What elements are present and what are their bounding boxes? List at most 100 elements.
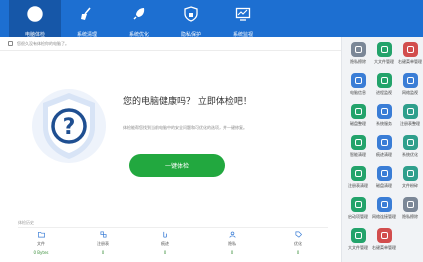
tool-item[interactable]: 磁盘整理 bbox=[345, 104, 371, 135]
tip-text: 您很久没有体检你的电脑了。 bbox=[17, 40, 69, 46]
tool-label: 系统优化 bbox=[402, 152, 418, 157]
page-subtitle: 体检能帮您找到当前电脑中的安全问题和可优化的选项，并一键修复。 bbox=[123, 125, 247, 130]
app-window: 电脑体检 系统清理 系统优化 隐私保护 系统监视 您很久没有体检你的电脑了。 ?… bbox=[0, 0, 423, 262]
stat-label: 隐私 bbox=[228, 241, 236, 246]
tab-privacy[interactable]: 隐私保护 bbox=[165, 0, 217, 38]
tab-checkup[interactable]: 电脑体检 bbox=[9, 0, 61, 38]
tool-item[interactable]: 磁盘清理 bbox=[371, 166, 397, 197]
tool-label: 网络监视 bbox=[402, 90, 418, 95]
divider bbox=[18, 227, 328, 228]
tool-label: 进程监视 bbox=[376, 90, 392, 95]
privacy-icon bbox=[402, 197, 418, 212]
defrag-icon bbox=[350, 104, 366, 119]
monitor-icon bbox=[235, 7, 251, 21]
reg-clean-icon bbox=[350, 166, 366, 181]
disk-clean-icon bbox=[376, 166, 392, 181]
trace-clean-icon bbox=[376, 135, 392, 150]
tool-item[interactable]: 启动项管理 bbox=[345, 197, 371, 228]
health-badge: ? bbox=[32, 89, 106, 163]
tool-item[interactable]: 痕迹清理 bbox=[371, 135, 397, 166]
tool-item[interactable]: 隐私擦除 bbox=[397, 197, 423, 228]
tool-item[interactable]: 智能清理 bbox=[345, 135, 371, 166]
tool-label: 大文件管理 bbox=[348, 245, 368, 250]
tool-item[interactable]: 右键菜单管理 bbox=[397, 42, 423, 73]
page-title: 您的电脑健康吗？ 立即体检吧！ bbox=[123, 97, 252, 107]
tool-label: 磁盘清理 bbox=[376, 183, 392, 188]
tag-icon bbox=[295, 231, 302, 238]
tool-item[interactable]: 系统服务 bbox=[371, 104, 397, 135]
stat-label: 文件 bbox=[37, 241, 45, 246]
tool-label: 电脑信息 bbox=[350, 90, 366, 95]
stat-value: 0 bbox=[230, 250, 234, 255]
pc-info-icon bbox=[350, 73, 366, 88]
tool-item[interactable]: 电脑信息 bbox=[345, 73, 371, 104]
checkup-icon bbox=[27, 6, 43, 22]
eraser-icon bbox=[350, 42, 366, 57]
tool-label: 注册表清理 bbox=[348, 183, 368, 188]
tool-item[interactable]: 进程监视 bbox=[371, 73, 397, 104]
rightmenu-icon bbox=[402, 42, 418, 57]
stat-value: 0 bbox=[163, 250, 167, 255]
broom-icon bbox=[81, 7, 91, 20]
stat-label: 痕迹 bbox=[161, 241, 169, 246]
tool-label: 大文件管理 bbox=[374, 59, 394, 64]
smart-clean-icon bbox=[350, 135, 366, 150]
netconn-icon bbox=[376, 197, 392, 212]
shield-lock-icon bbox=[184, 6, 198, 22]
footprint-icon bbox=[162, 231, 167, 238]
tool-item[interactable]: 网络监视 bbox=[397, 73, 423, 104]
stat-value: 0 Bytes bbox=[33, 250, 49, 255]
network-icon bbox=[402, 73, 418, 88]
svg-text:?: ? bbox=[63, 115, 76, 140]
tool-label: 隐私擦除 bbox=[350, 59, 366, 64]
tab-system-clean[interactable]: 系统清理 bbox=[61, 0, 113, 38]
question-shield-icon: ? bbox=[43, 93, 95, 159]
main-panel: 您很久没有体检你的电脑了。 ? 您的电脑健康吗？ 立即体检吧！ 体检能帮您找到当… bbox=[0, 37, 341, 262]
tool-item[interactable]: 注册表整理 bbox=[397, 104, 423, 135]
optimize-icon bbox=[402, 135, 418, 150]
stat-optimize: 优化 0 bbox=[279, 231, 317, 255]
tool-label: 系统服务 bbox=[376, 121, 392, 126]
regedit-icon bbox=[402, 104, 418, 119]
tool-item[interactable]: 注册表清理 bbox=[345, 166, 371, 197]
tool-label: 右键菜单管理 bbox=[398, 59, 422, 64]
tool-item[interactable]: 系统优化 bbox=[397, 135, 423, 166]
tool-item[interactable]: 大文件管理 bbox=[371, 42, 397, 73]
tab-monitor[interactable]: 系统监视 bbox=[217, 0, 269, 38]
rightmenu2-icon bbox=[376, 228, 392, 243]
tool-label: 文件粉碎 bbox=[402, 183, 418, 188]
bigfile-icon bbox=[376, 42, 392, 57]
tool-item[interactable]: 文件粉碎 bbox=[397, 166, 423, 197]
info-icon bbox=[8, 41, 13, 46]
registry-icon bbox=[100, 231, 106, 238]
tool-label: 磁盘整理 bbox=[350, 121, 366, 126]
bigfile2-icon bbox=[350, 228, 366, 243]
tool-item[interactable]: 隐私擦除 bbox=[345, 42, 371, 73]
tool-label: 注册表整理 bbox=[400, 121, 420, 126]
stat-registry: 注册表 0 bbox=[84, 231, 122, 255]
tip-bar: 您很久没有体检你的电脑了。 bbox=[0, 37, 341, 51]
tool-label: 智能清理 bbox=[350, 152, 366, 157]
stat-traces: 痕迹 0 bbox=[146, 231, 184, 255]
stat-label: 优化 bbox=[294, 241, 302, 246]
stat-value: 0 bbox=[101, 250, 105, 255]
rocket-icon bbox=[133, 8, 145, 20]
tool-label: 隐私擦除 bbox=[402, 214, 418, 219]
tab-system-optimize[interactable]: 系统优化 bbox=[113, 0, 165, 38]
tool-item[interactable]: 右键菜单管理 bbox=[371, 228, 397, 259]
stat-value: 0 bbox=[296, 250, 300, 255]
folder-icon bbox=[37, 231, 45, 238]
service-icon bbox=[376, 104, 392, 119]
tool-item[interactable]: 大文件管理 bbox=[345, 228, 371, 259]
tools-sidebar: 隐私擦除 大文件管理 右键菜单管理 电脑信息 进程监视 网络监视 磁盘整理 系统服务 注册表整理… bbox=[341, 37, 423, 262]
tool-label: 右键菜单管理 bbox=[372, 245, 396, 250]
stat-label: 注册表 bbox=[97, 241, 109, 246]
tool-item[interactable]: 网络连接管理 bbox=[371, 197, 397, 228]
shredder-icon bbox=[402, 166, 418, 181]
stat-files: 文件 0 Bytes bbox=[22, 231, 60, 255]
tool-label: 网络连接管理 bbox=[372, 214, 396, 219]
one-click-checkup-button[interactable]: 一键体检 bbox=[129, 154, 225, 177]
tool-label: 痕迹清理 bbox=[376, 152, 392, 157]
top-navigation: 电脑体检 系统清理 系统优化 隐私保护 系统监视 bbox=[0, 0, 423, 38]
user-icon bbox=[229, 231, 235, 238]
